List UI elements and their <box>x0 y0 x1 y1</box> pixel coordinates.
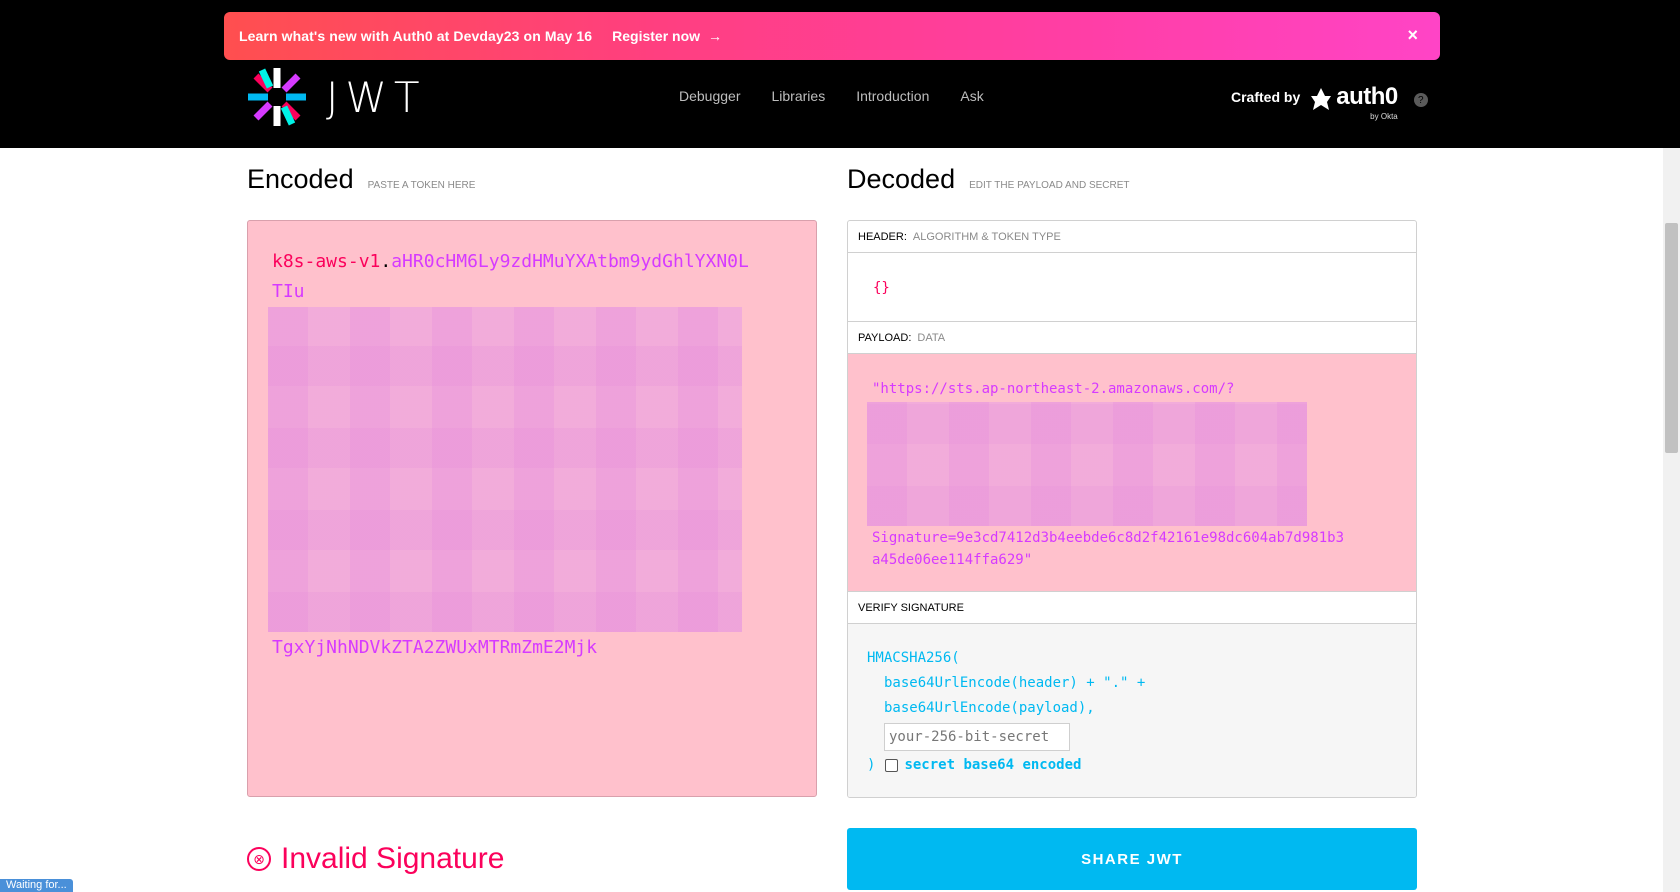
jwt-logo[interactable]: JWT <box>246 66 427 128</box>
header-desc: ALGORITHM & TOKEN TYPE <box>912 230 1061 243</box>
header-json: {} <box>873 280 890 296</box>
verify-line-header: base64UrlEncode(header) + "." + <box>884 675 1146 691</box>
share-jwt-label: SHARE JWT <box>1081 850 1183 868</box>
scrollbar-thumb[interactable] <box>1665 223 1678 453</box>
payload-json-editor[interactable]: "https://sts.ap-northeast-2.amazonaws.co… <box>848 354 1416 592</box>
verify-section-label: VERIFY SIGNATURE <box>848 592 1416 624</box>
top-header: Learn what's new with Auth0 at Devday23 … <box>0 0 1680 148</box>
secret-base64-label[interactable]: secret base64 encoded <box>904 753 1081 778</box>
secret-input[interactable]: your-256-bit-secret <box>884 723 1070 751</box>
encoded-token-editor[interactable]: k8s-aws-v1.aHR0cHM6Ly9zdHMuYXAtbm9ydGhlY… <box>247 220 817 797</box>
main-nav: Debugger Libraries Introduction Ask <box>679 88 1015 104</box>
nav-libraries[interactable]: Libraries <box>772 88 826 104</box>
register-now-label: Register now <box>612 28 701 44</box>
header-label: HEADER: <box>858 230 907 243</box>
jwt-logo-icon <box>248 68 306 126</box>
decoded-title: Decoded <box>847 164 956 194</box>
promo-banner: Learn what's new with Auth0 at Devday23 … <box>224 12 1440 60</box>
page-scrollbar[interactable] <box>1663 148 1680 892</box>
encoded-token: k8s-aws-v1.aHR0cHM6Ly9zdHMuYXAtbm9ydGhlY… <box>272 247 752 307</box>
secret-base64-checkbox[interactable] <box>885 759 899 772</box>
browser-status: Waiting for... <box>0 879 73 892</box>
verify-fn: HMACSHA256( <box>867 650 960 666</box>
close-icon[interactable]: × <box>1407 25 1418 46</box>
arrow-right-icon: → <box>708 28 723 44</box>
crafted-by-label: Crafted by <box>1231 89 1301 105</box>
payload-url: "https://sts.ap-northeast-2.amazonaws.co… <box>872 381 1235 397</box>
payload-label: PAYLOAD: <box>858 331 912 344</box>
invalid-icon: ⊗ <box>247 847 271 871</box>
header-json-editor[interactable]: {} <box>848 253 1416 322</box>
token-header-part: k8s-aws-v1 <box>272 251 381 272</box>
verify-signature-body: HMACSHA256( base64UrlEncode(header) + ".… <box>848 624 1416 797</box>
payload-section-label: PAYLOAD: DATA <box>848 322 1416 354</box>
help-icon[interactable]: ? <box>1413 93 1428 107</box>
verify-close-paren: ) <box>867 757 876 773</box>
banner-message: Learn what's new with Auth0 at Devday23 … <box>239 28 593 44</box>
by-okta: by Okta <box>1370 112 1398 121</box>
verify-label: VERIFY SIGNATURE <box>858 601 964 614</box>
auth0-name: auth0 <box>1336 83 1398 110</box>
decoded-panel: HEADER: ALGORITHM & TOKEN TYPE {} PAYLOA… <box>847 220 1417 798</box>
header-section-label: HEADER: ALGORITHM & TOKEN TYPE <box>848 221 1416 253</box>
encoded-subtitle: PASTE A TOKEN HERE <box>367 180 476 191</box>
payload-desc: DATA <box>917 331 946 344</box>
jwt-wordmark: JWT <box>326 72 427 122</box>
encoded-heading: Encoded PASTE A TOKEN HERE <box>247 164 475 195</box>
decoded-heading: Decoded EDIT THE PAYLOAD AND SECRET <box>847 164 1130 195</box>
signature-status: ⊗ Invalid Signature <box>247 842 504 876</box>
register-now-link[interactable]: Register now → <box>612 28 722 44</box>
crafted-by: Crafted by auth0 by Okta ? <box>1231 83 1428 121</box>
share-jwt-button[interactable]: SHARE JWT <box>847 828 1417 890</box>
base64-option: ) secret base64 encoded <box>867 753 1416 778</box>
auth0-logo[interactable]: auth0 by Okta <box>1310 83 1398 121</box>
redacted-block <box>268 307 742 632</box>
token-dot: . <box>380 251 392 272</box>
payload-signature: Signature=9e3cd7412d3b4eebde6c8d2f42161e… <box>872 530 1345 568</box>
verify-line-payload: base64UrlEncode(payload), <box>884 700 1095 716</box>
decoded-subtitle: EDIT THE PAYLOAD AND SECRET <box>969 180 1130 191</box>
token-tail: TgxYjNhNDVkZTA2ZWUxMTRmZmE2Mjk <box>272 637 598 658</box>
auth0-shield-icon <box>1311 88 1332 110</box>
nav-introduction[interactable]: Introduction <box>856 88 929 104</box>
secret-placeholder: your-256-bit-secret <box>889 728 1050 745</box>
nav-debugger[interactable]: Debugger <box>679 88 741 104</box>
encoded-title: Encoded <box>247 164 354 194</box>
redacted-block <box>867 402 1307 526</box>
nav-ask[interactable]: Ask <box>960 88 983 104</box>
signature-status-text: Invalid Signature <box>281 842 505 875</box>
